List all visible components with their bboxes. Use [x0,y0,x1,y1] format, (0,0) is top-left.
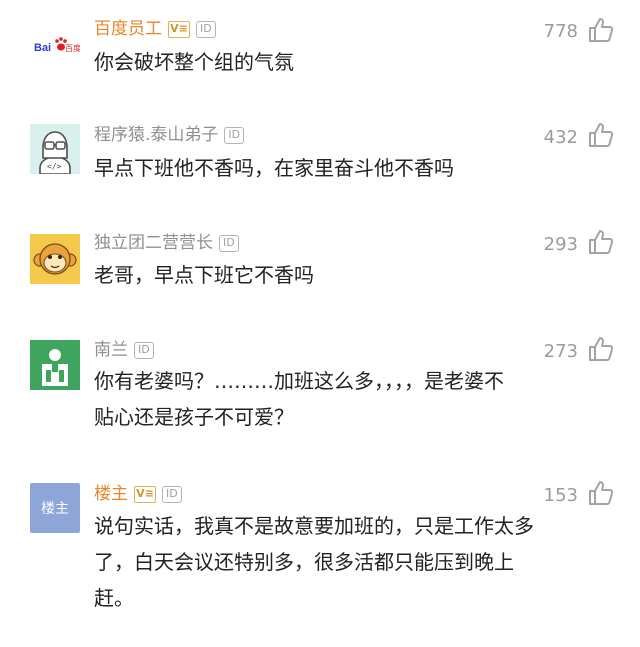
svg-text:Bai: Bai [34,42,51,54]
comment-text: 老哥，早点下班它不香吗 [94,263,314,287]
thumbs-up-icon[interactable] [588,229,614,255]
like-count: 153 [543,485,578,506]
comment-text-line: 说句实话，我真不是故意要加班的，只是工作太多 [94,514,534,538]
like-count: 778 [543,21,578,42]
op-avatar[interactable]: 楼主 [30,483,80,533]
op-avatar-label: 楼主 [41,501,69,517]
id-badge: ID [224,126,245,144]
coder-avatar-label: </> [47,162,62,171]
thumbs-up-icon[interactable] [588,17,614,43]
comment-text-line: 你有老婆吗？………加班这么多，，，，是老婆不 [94,369,504,393]
username[interactable]: 独立团二营营长 [94,232,213,254]
like-count: 432 [543,127,578,148]
thumbs-up-icon[interactable] [588,480,614,506]
comment-text: 早点下班他不香吗，在家里奋斗他不香吗 [94,156,454,180]
id-badge: ID [219,234,239,252]
comment-text-line: 了，白天会议还特别多，很多活都只能压到晚上 [94,550,514,574]
comment-text-line: 贴心还是孩子不可爱？ [94,405,294,429]
id-badge: ID [162,485,182,503]
vip-badge: V≡ [134,485,156,503]
username[interactable]: 程序猿.泰山弟子 [94,124,218,146]
like-count: 293 [543,234,578,255]
person-avatar-icon[interactable] [30,340,80,390]
svg-text:百度: 百度 [65,43,80,53]
id-badge: ID [196,20,216,38]
comment-text: 说句实话，我真不是故意要加班的，只是工作太多 了，白天会议还特别多，很多活都只能… [94,510,594,614]
vip-badge: V≡ [168,20,190,38]
comment-text-line: 赶。 [94,586,134,610]
like-count: 273 [543,341,578,362]
monkey-avatar-icon[interactable] [30,234,80,284]
username[interactable]: 楼主 [94,483,128,505]
username[interactable]: 百度员工 [94,18,162,40]
comment-text: 你会破坏整个组的气氛 [94,50,294,74]
id-badge: ID [134,341,154,359]
thumbs-up-icon[interactable] [588,336,614,362]
thumbs-up-icon[interactable] [588,122,614,148]
comment-text: 你有老婆吗？………加班这么多，，，，是老婆不 贴心还是孩子不可爱？ [94,365,594,433]
coder-avatar-icon[interactable]: </> [30,124,80,174]
username[interactable]: 南兰 [94,339,128,361]
baidu-logo-icon[interactable]: Bai 百度 [30,22,80,72]
